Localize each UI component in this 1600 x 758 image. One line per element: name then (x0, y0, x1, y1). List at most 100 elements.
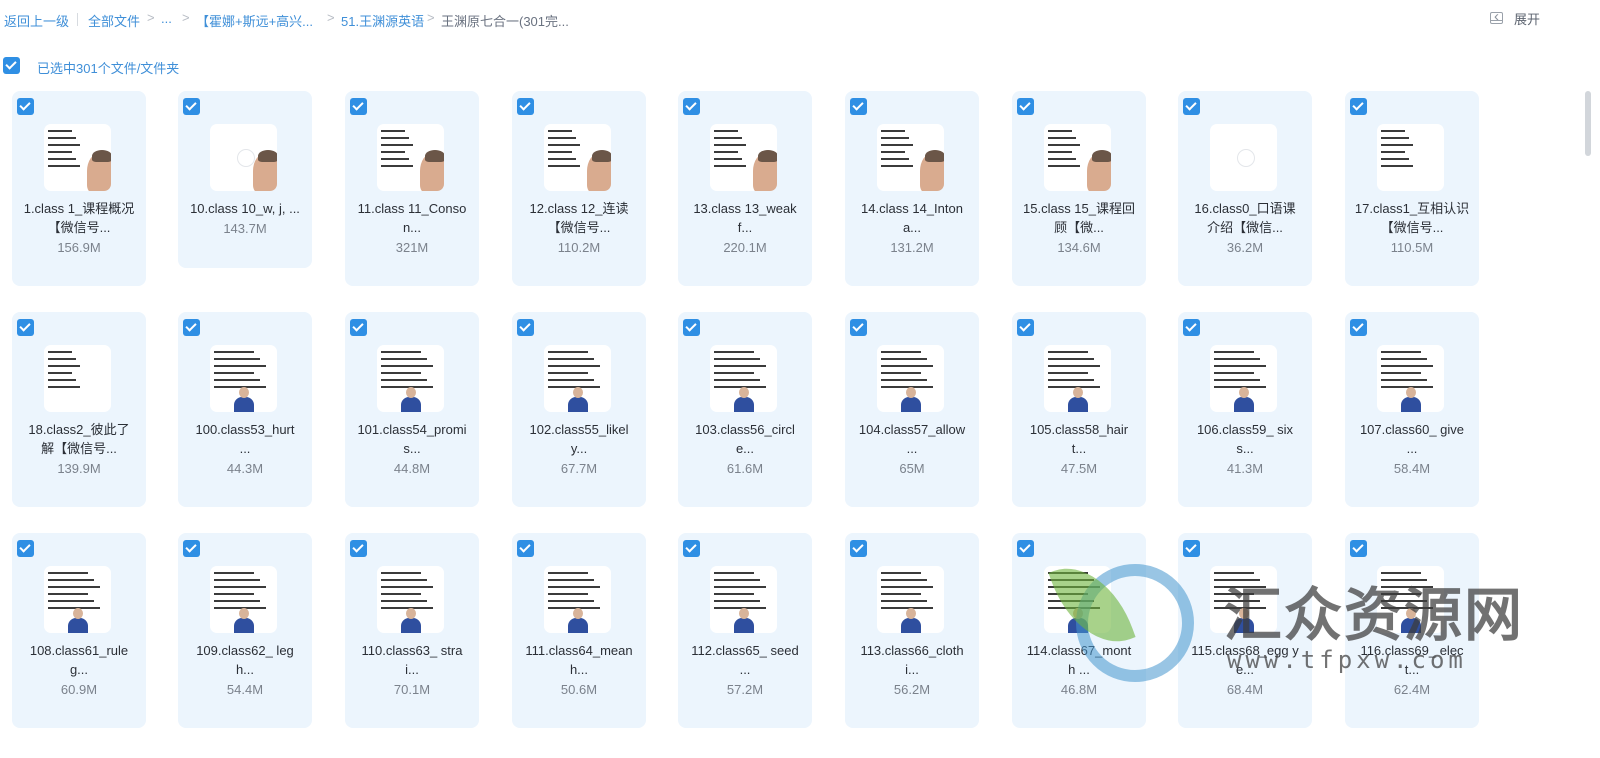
file-checkbox[interactable] (850, 540, 867, 557)
file-card[interactable]: 111.class64_mean h... 50.6M (512, 533, 646, 728)
file-card[interactable]: 16.class0_口语课 介绍【微信... 36.2M (1178, 91, 1312, 286)
file-name-continued: a... (902, 220, 922, 235)
file-card[interactable]: 10.class 10_w, j, ... 143.7M (178, 91, 312, 268)
file-checkbox[interactable] (683, 540, 700, 557)
file-card[interactable]: 12.class 12_连读 【微信号... 110.2M (512, 91, 646, 286)
breadcrumb-folder-2[interactable]: 51.王渊源英语 (341, 11, 424, 30)
video-thumbnail[interactable] (44, 124, 111, 191)
file-card[interactable]: 105.class58_hair t... 47.5M (1012, 312, 1146, 507)
file-checkbox[interactable] (183, 319, 200, 336)
file-card[interactable]: 15.class 15_课程回 顾【微... 134.6M (1012, 91, 1146, 286)
video-thumbnail[interactable] (1044, 566, 1111, 633)
video-thumbnail[interactable] (710, 345, 777, 412)
file-checkbox[interactable] (1350, 540, 1367, 557)
video-thumbnail[interactable] (377, 566, 444, 633)
video-thumbnail[interactable] (544, 345, 611, 412)
file-card[interactable]: 104.class57_allow... 65M (845, 312, 979, 507)
file-card[interactable]: 103.class56_circl e... 61.6M (678, 312, 812, 507)
video-thumbnail[interactable] (544, 566, 611, 633)
back-link[interactable]: 返回上一级 (4, 11, 69, 30)
file-name-continued: i... (405, 662, 419, 677)
video-thumbnail[interactable] (1377, 566, 1444, 633)
file-checkbox[interactable] (1183, 98, 1200, 115)
file-card[interactable]: 110.class63_ stra i... 70.1M (345, 533, 479, 728)
video-thumbnail[interactable] (1210, 124, 1277, 191)
file-checkbox[interactable] (517, 540, 534, 557)
slide-text-line (1214, 372, 1254, 374)
file-checkbox[interactable] (183, 98, 200, 115)
file-checkbox[interactable] (517, 98, 534, 115)
video-thumbnail[interactable] (710, 124, 777, 191)
file-card[interactable]: 18.class2_彼此了 解【微信号... 139.9M (12, 312, 146, 507)
file-card[interactable]: 115.class68_egg y e... 68.4M (1178, 533, 1312, 728)
video-thumbnail[interactable] (210, 124, 277, 191)
select-all-checkbox[interactable] (3, 57, 20, 74)
video-thumbnail[interactable] (710, 566, 777, 633)
file-checkbox[interactable] (1017, 540, 1034, 557)
file-card[interactable]: 17.class1_互相认识 【微信号... 110.5M (1345, 91, 1479, 286)
breadcrumb-ellipsis[interactable]: ... (161, 11, 172, 26)
video-thumbnail[interactable] (1210, 345, 1277, 412)
file-checkbox[interactable] (350, 540, 367, 557)
file-checkbox[interactable] (1017, 98, 1034, 115)
file-checkbox[interactable] (850, 98, 867, 115)
scrollbar[interactable] (1585, 91, 1591, 156)
video-thumbnail[interactable] (44, 566, 111, 633)
file-card[interactable]: 101.class54_promi s... 44.8M (345, 312, 479, 507)
file-size: 110.5M (1390, 240, 1434, 255)
file-checkbox[interactable] (17, 98, 34, 115)
video-thumbnail[interactable] (377, 124, 444, 191)
file-checkbox[interactable] (1183, 540, 1200, 557)
video-thumbnail[interactable] (1044, 345, 1111, 412)
file-checkbox[interactable] (1183, 319, 1200, 336)
file-checkbox[interactable] (183, 540, 200, 557)
file-card[interactable]: 113.class66_cloth i... 56.2M (845, 533, 979, 728)
chevron-left-icon[interactable]: ‹ (1494, 8, 1499, 25)
file-card[interactable]: 100.class53_hurt... 44.3M (178, 312, 312, 507)
video-thumbnail[interactable] (877, 345, 944, 412)
breadcrumb-folder-1[interactable]: 【霍娜+斯远+高兴... (196, 11, 313, 30)
file-checkbox[interactable] (683, 98, 700, 115)
file-checkbox[interactable] (850, 319, 867, 336)
slide-text-line (548, 379, 594, 381)
file-size: 70.1M (393, 682, 431, 697)
expand-button[interactable]: 展开 (1514, 9, 1540, 28)
video-thumbnail[interactable] (1377, 345, 1444, 412)
video-thumbnail[interactable] (210, 345, 277, 412)
video-thumbnail[interactable] (1044, 124, 1111, 191)
file-card[interactable]: 1.class 1_课程概况 【微信号... 156.9M (12, 91, 146, 286)
video-thumbnail[interactable] (377, 345, 444, 412)
file-checkbox[interactable] (1350, 319, 1367, 336)
file-card[interactable]: 102.class55_likel y... 67.7M (512, 312, 646, 507)
file-card[interactable]: 13.class 13_weak f... 220.1M (678, 91, 812, 286)
file-checkbox[interactable] (17, 540, 34, 557)
file-checkbox[interactable] (683, 319, 700, 336)
video-thumbnail[interactable] (44, 345, 111, 412)
video-thumbnail[interactable] (544, 124, 611, 191)
file-card[interactable]: 106.class59_ six s... 41.3M (1178, 312, 1312, 507)
file-card[interactable]: 14.class 14_Inton a... 131.2M (845, 91, 979, 286)
file-checkbox[interactable] (517, 319, 534, 336)
video-thumbnail[interactable] (877, 566, 944, 633)
slide-text-line (48, 358, 76, 360)
file-checkbox[interactable] (17, 319, 34, 336)
file-checkbox[interactable] (1350, 98, 1367, 115)
video-thumbnail[interactable] (877, 124, 944, 191)
file-card[interactable]: 109.class62_ leg h... 54.4M (178, 533, 312, 728)
file-checkbox[interactable] (350, 98, 367, 115)
file-size: 50.6M (560, 682, 598, 697)
slide-text-line (714, 358, 760, 360)
file-card[interactable]: 114.class67_mont h ... 46.8M (1012, 533, 1146, 728)
video-thumbnail[interactable] (1210, 566, 1277, 633)
slide-text-line (214, 351, 254, 353)
file-card[interactable]: 11.class 11_Conso n... 321M (345, 91, 479, 286)
file-checkbox[interactable] (350, 319, 367, 336)
file-checkbox[interactable] (1017, 319, 1034, 336)
video-thumbnail[interactable] (1377, 124, 1444, 191)
file-card[interactable]: 112.class65_ seed... 57.2M (678, 533, 812, 728)
file-card[interactable]: 107.class60_ give... 58.4M (1345, 312, 1479, 507)
video-thumbnail[interactable] (210, 566, 277, 633)
file-card[interactable]: 108.class61_rule g... 60.9M (12, 533, 146, 728)
file-card[interactable]: 116.class69_ elec t... 62.4M (1345, 533, 1479, 728)
all-files-link[interactable]: 全部文件 (88, 11, 140, 30)
